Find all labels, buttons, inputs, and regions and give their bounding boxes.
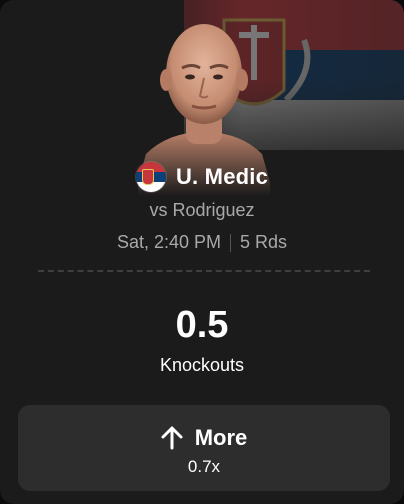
dashed-divider [38, 270, 370, 272]
event-time: Sat, 2:40 PM [116, 232, 222, 252]
more-button-label: More [194, 425, 248, 450]
arrow-up-icon [161, 426, 183, 450]
serbia-flag-icon [135, 162, 166, 192]
event-rounds: 5 Rds [240, 232, 288, 252]
more-button[interactable]: More 0.7x [18, 405, 390, 491]
stat-label: Knockouts [159, 355, 245, 375]
event-meta: Sat, 2:40 PM 5 Rds [0, 232, 404, 253]
opponent-line: vs Rodriguez [149, 200, 255, 220]
more-button-header: More [18, 425, 390, 451]
fighter-name: U. Medic [175, 164, 269, 189]
prop-card: U. Medic vs Rodriguez Sat, 2:40 PM 5 Rds… [0, 0, 404, 504]
fighter-hero: U. Medic [0, 0, 404, 196]
stat-value: 0.5 [175, 304, 229, 346]
fighter-name-row: U. Medic [0, 160, 404, 194]
more-button-odds: 0.7x [187, 457, 221, 476]
meta-separator [230, 233, 232, 252]
